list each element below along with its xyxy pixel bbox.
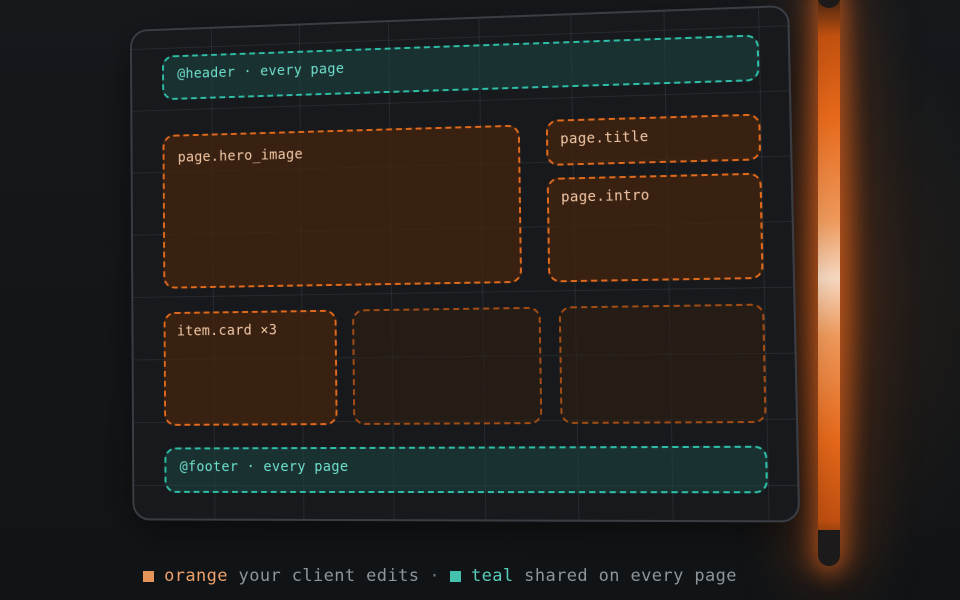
- legend-separator: ·: [429, 566, 440, 586]
- legend: orange your client edits · teal shared o…: [0, 566, 880, 586]
- wireframe-container: @header · every page page.hero_image pag…: [120, 4, 801, 523]
- hero-image-zone: page.hero_image: [162, 124, 523, 289]
- title-zone: page.title: [545, 113, 762, 166]
- intro-zone-label: page.intro: [560, 187, 650, 206]
- card-zone-label: item.card ×3: [176, 322, 278, 340]
- card-zone-1: item.card ×3: [163, 309, 338, 426]
- card-zone-2: [352, 306, 543, 425]
- legend-orange-word: orange: [164, 566, 228, 586]
- glowing-bar-bottom-cap: [818, 530, 840, 566]
- footer-zone: @footer · every page: [164, 445, 769, 494]
- orange-swatch-icon: [143, 570, 155, 582]
- footer-zone-label: @footer · every page: [179, 458, 349, 476]
- hero-image-zone-label: page.hero_image: [177, 146, 303, 166]
- card-zone-3: [558, 303, 767, 424]
- legend-teal-word: teal: [471, 566, 514, 586]
- title-zone-label: page.title: [560, 128, 649, 148]
- intro-zone: page.intro: [546, 172, 764, 283]
- glowing-bar: [818, 0, 840, 566]
- diagram-stage: @header · every page page.hero_image pag…: [0, 0, 960, 600]
- header-zone-label: @header · every page: [177, 60, 345, 83]
- legend-teal-text: shared on every page: [513, 566, 737, 586]
- legend-orange-text: your client edits: [227, 566, 420, 586]
- page-wireframe: @header · every page page.hero_image pag…: [129, 4, 801, 523]
- teal-swatch-icon: [450, 570, 461, 582]
